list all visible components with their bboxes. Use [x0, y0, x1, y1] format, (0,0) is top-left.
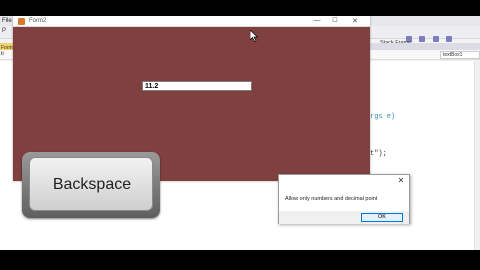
menu-file[interactable]: File: [2, 18, 12, 24]
toolbar-button-icon[interactable]: [432, 36, 439, 42]
minimize-button[interactable]: —: [308, 16, 326, 27]
backspace-key-face: Backspace: [29, 157, 153, 211]
toolbar-buttons: [406, 29, 466, 42]
maximize-button[interactable]: ☐: [326, 16, 344, 27]
mouse-cursor-icon: [250, 30, 258, 42]
code-line: t");: [370, 150, 387, 158]
toolbar-label: P: [2, 28, 7, 34]
screen: File P Stack Frame: Form ti textBox1 rgs…: [0, 0, 480, 270]
form2-titlebar[interactable]: Form2 — ☐ ✕: [13, 16, 370, 27]
form-app-icon: [18, 18, 25, 25]
ok-button[interactable]: OK: [361, 213, 403, 222]
message-box-footer: OK: [279, 211, 409, 224]
toolbar-button-icon[interactable]: [446, 36, 453, 42]
close-button[interactable]: ✕: [344, 16, 366, 27]
backspace-key-overlay: Backspace: [22, 152, 160, 218]
message-box-close-button[interactable]: ✕: [394, 176, 408, 186]
code-line: rgs e): [370, 113, 396, 121]
editor-scrollbar[interactable]: [474, 61, 480, 250]
message-box: ✕ Allow only numbers and decimal point O…: [278, 174, 410, 224]
backspace-key-label: Backspace: [52, 176, 132, 193]
message-box-text: Allow only numbers and decimal point: [285, 196, 378, 202]
nav-class-dropdown[interactable]: ti: [1, 51, 4, 57]
numeric-textbox[interactable]: [142, 81, 252, 91]
form2-title: Form2: [29, 18, 47, 24]
toolbar-button-icon[interactable]: [419, 36, 426, 42]
nav-member-dropdown[interactable]: textBox1: [440, 51, 480, 59]
